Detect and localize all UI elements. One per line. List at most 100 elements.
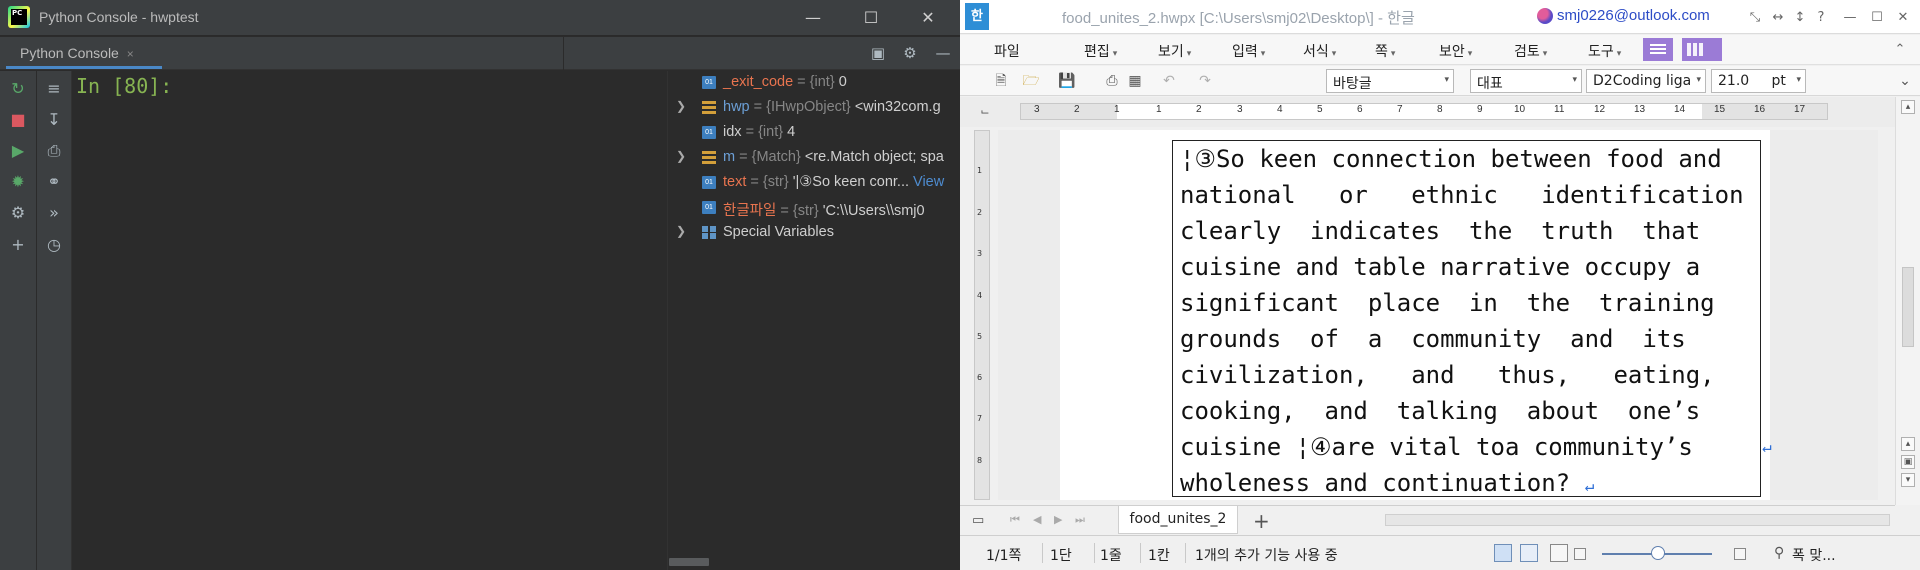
zoom-in-icon[interactable] [1734, 548, 1746, 560]
font-group-select[interactable]: 대표 ▾ [1470, 69, 1582, 93]
prev-tab-icon[interactable]: ◀ [1033, 513, 1041, 526]
text-line: national or ethnic identification [1180, 181, 1744, 209]
menu-edit[interactable]: 편집 ▾ [1084, 41, 1117, 61]
minimize-button[interactable]: — [1840, 8, 1860, 28]
fit-vertical-icon[interactable]: ↕ [1790, 8, 1810, 28]
close-button[interactable]: ✕ [905, 0, 951, 36]
document-text[interactable]: ¦③So keen connection between food and nat… [1180, 141, 1772, 500]
variable-value: 'C:\\Users\\smj0 [822, 203, 925, 219]
next-tab-icon[interactable]: ▶ [1054, 513, 1062, 526]
variable-row[interactable]: ❯ Special Variables [668, 221, 960, 245]
text-line: cuisine and table narrative occupy a [1180, 253, 1701, 281]
scroll-to-end-icon[interactable]: ↧ [42, 108, 66, 132]
add-tab-icon[interactable]: + [1253, 509, 1270, 533]
zoom-out-icon[interactable] [1574, 548, 1586, 560]
sheet-list-icon[interactable]: ▭ [972, 513, 984, 528]
zoom-fit-label[interactable]: 폭 맞... [1792, 545, 1836, 565]
soft-wrap-icon[interactable]: ≡ [42, 77, 66, 101]
last-tab-icon[interactable]: ⏭ [1075, 513, 1085, 527]
tab-document[interactable]: food_unites_2 [1118, 506, 1238, 534]
expand-chevron-icon[interactable]: ❯ [676, 99, 686, 113]
tab-stop-icon[interactable]: ⌙ [976, 103, 994, 121]
show-variables-glasses-icon[interactable]: ⚭ [42, 170, 66, 194]
variable-row[interactable]: ❯ m = {Match} <re.Match object; spa [668, 146, 960, 170]
run-icon[interactable]: ▶ [6, 139, 30, 163]
save-icon[interactable]: 💾 [1058, 72, 1076, 90]
font-select[interactable]: D2Coding liga ▾ [1586, 69, 1706, 93]
variable-name: idx [723, 124, 742, 140]
print-icon[interactable]: ⎙ [42, 139, 66, 163]
new-document-icon[interactable]: 🗎 [992, 72, 1010, 90]
magnifier-icon[interactable]: ⚲ [1774, 545, 1784, 561]
text-box[interactable]: ¦③So keen connection between food and nat… [1172, 140, 1772, 500]
execute-command-icon[interactable]: » [42, 201, 66, 225]
expand-chevron-icon[interactable]: ❯ [676, 149, 686, 163]
grid-mode-icon[interactable] [1682, 38, 1722, 61]
vertical-ruler[interactable]: 1 2 3 4 5 6 7 8 [974, 130, 990, 500]
variable-row[interactable]: 01 _exit_code = {int} 0 [668, 71, 960, 95]
variable-row[interactable]: 01 text = {str} '|③So keen conr... View [668, 171, 960, 195]
vertical-scrollbar[interactable]: ▴ ▴ ▣ ▾ [1895, 97, 1920, 505]
help-icon[interactable]: ? [1811, 8, 1831, 28]
variable-row[interactable]: ❯ hwp = {IHwpObject} <win32com.g [668, 96, 960, 120]
pycharm-titlebar: PC Python Console - hwptest — ☐ ✕ [0, 0, 960, 36]
scroll-up-icon[interactable]: ▴ [1901, 100, 1915, 114]
restore-layout-icon[interactable]: ▣ [868, 43, 888, 63]
hide-panel-icon[interactable]: — [933, 43, 953, 63]
font-size-input[interactable]: 21.0 pt ▾ [1711, 69, 1806, 93]
horizontal-scrollbar[interactable] [1385, 514, 1890, 526]
style-select[interactable]: 바탕글 ▾ [1326, 69, 1454, 93]
menu-page[interactable]: 쪽 ▾ [1375, 41, 1395, 61]
console-output[interactable]: In [80]: [72, 71, 666, 570]
undo-icon[interactable]: ↶ [1160, 72, 1178, 90]
zoom-slider-handle[interactable] [1651, 546, 1665, 560]
gear-icon[interactable]: ⚙ [900, 43, 920, 63]
status-page[interactable]: 1/1쪽 [986, 545, 1021, 565]
layout-arrows-icon[interactable]: ↔ [1768, 8, 1788, 28]
close-button[interactable]: ✕ [1893, 8, 1913, 28]
minimize-button[interactable]: — [790, 0, 836, 36]
add-console-icon[interactable]: + [6, 233, 30, 257]
variable-row[interactable]: 01 idx = {int} 4 [668, 121, 960, 145]
first-tab-icon[interactable]: ⏮ [1010, 513, 1020, 527]
account-email[interactable]: smj0226@outlook.com [1557, 7, 1710, 24]
rerun-icon[interactable]: ↻ [6, 77, 30, 101]
print-preview-icon[interactable]: ▦ [1126, 72, 1144, 90]
redo-icon[interactable]: ↷ [1196, 72, 1214, 90]
menu-security[interactable]: 보안 ▾ [1439, 41, 1472, 61]
toolbar-more-icon[interactable]: ⌄ [1896, 72, 1914, 90]
variable-row[interactable]: 01 한글파일 = {str} 'C:\\Users\\smj0 [668, 196, 960, 220]
int-variable-icon: 01 [702, 126, 716, 139]
account-avatar[interactable] [1537, 8, 1553, 24]
vertical-scroll-thumb[interactable] [1902, 267, 1914, 347]
print-icon[interactable]: ⎙ [1103, 72, 1121, 90]
view-page-icon[interactable] [1494, 544, 1512, 562]
menu-format[interactable]: 서식 ▾ [1303, 41, 1336, 61]
page-down-icon[interactable]: ▾ [1901, 473, 1915, 487]
debug-bug-icon[interactable]: ✹ [6, 170, 30, 194]
page-view-icon[interactable]: ▣ [1901, 455, 1915, 469]
settings-icon[interactable]: ⚙ [6, 201, 30, 225]
tab-close-icon[interactable]: × [127, 47, 134, 61]
history-clock-icon[interactable]: ◷ [42, 233, 66, 257]
menu-file[interactable]: 파일 [994, 41, 1020, 61]
menu-view[interactable]: 보기 ▾ [1158, 41, 1191, 61]
view-two-page-icon[interactable] [1520, 544, 1538, 562]
maximize-button[interactable]: ☐ [848, 0, 894, 36]
collapse-ribbon-icon[interactable]: ⌃ [1890, 40, 1910, 60]
expand-chevron-icon[interactable]: ❯ [676, 224, 686, 238]
menu-review[interactable]: 검토 ▾ [1514, 41, 1547, 61]
document-canvas[interactable]: ¦③So keen connection between food and nat… [998, 130, 1878, 500]
fullscreen-icon[interactable]: ⤡ [1745, 8, 1765, 28]
menu-insert[interactable]: 입력 ▾ [1232, 41, 1265, 61]
edit-mode-icon[interactable] [1643, 38, 1673, 61]
view-link[interactable]: View [913, 174, 944, 190]
stop-icon[interactable]: ■ [6, 108, 30, 132]
variables-hscroll-thumb[interactable] [669, 558, 709, 566]
menu-tools[interactable]: 도구 ▾ [1588, 41, 1621, 61]
ruler-area: ⌙ 3 2 1 1 2 3 4 5 6 7 8 9 10 11 12 13 14… [960, 97, 1920, 127]
view-full-icon[interactable] [1550, 544, 1568, 562]
open-folder-icon[interactable]: 🗁 [1022, 72, 1040, 90]
page-up-icon[interactable]: ▴ [1901, 437, 1915, 451]
maximize-button[interactable]: ☐ [1867, 8, 1887, 28]
